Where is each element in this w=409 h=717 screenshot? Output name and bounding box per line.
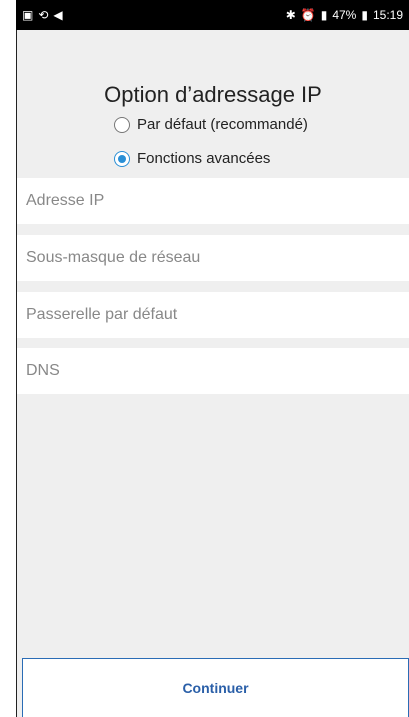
continue-button[interactable]: Continuer (22, 658, 409, 717)
send-icon: ◀ (53, 8, 63, 22)
battery-percent: 47% (332, 8, 357, 22)
subnet-mask-field[interactable]: Sous-masque de réseau (17, 235, 409, 281)
sync-icon: ⟲ (38, 8, 49, 22)
screen: Option d’adressage IP Par défaut (recomm… (17, 30, 409, 717)
battery-icon: ▮ (361, 8, 368, 22)
status-bar: ▣ ⟲ ◀ ✱ ⏰ ▮ 47% ▮ 15:19 (16, 0, 409, 30)
ip-address-field[interactable]: Adresse IP (17, 178, 409, 224)
alarm-icon: ⏰ (300, 8, 316, 22)
image-icon: ▣ (22, 8, 34, 22)
status-left-icons: ▣ ⟲ ◀ (22, 9, 63, 21)
bluetooth-icon: ✱ (285, 8, 296, 22)
option-default-label: Par défaut (recommandé) (137, 116, 308, 133)
status-right-icons: ✱ ⏰ ▮ 47% ▮ 15:19 (286, 8, 403, 22)
signal-icon: ▮ (320, 8, 328, 22)
dns-field[interactable]: DNS (17, 348, 409, 394)
page-title: Option d’adressage IP (104, 82, 322, 107)
radio-advanced-icon[interactable] (114, 150, 130, 167)
radio-default-icon[interactable] (114, 116, 130, 133)
option-default[interactable]: Par défaut (recommandé) (114, 116, 308, 133)
option-advanced[interactable]: Fonctions avancées (114, 150, 270, 167)
status-time: 15:19 (372, 8, 403, 22)
option-advanced-label: Fonctions avancées (137, 150, 271, 167)
default-gateway-field[interactable]: Passerelle par défaut (17, 292, 409, 338)
